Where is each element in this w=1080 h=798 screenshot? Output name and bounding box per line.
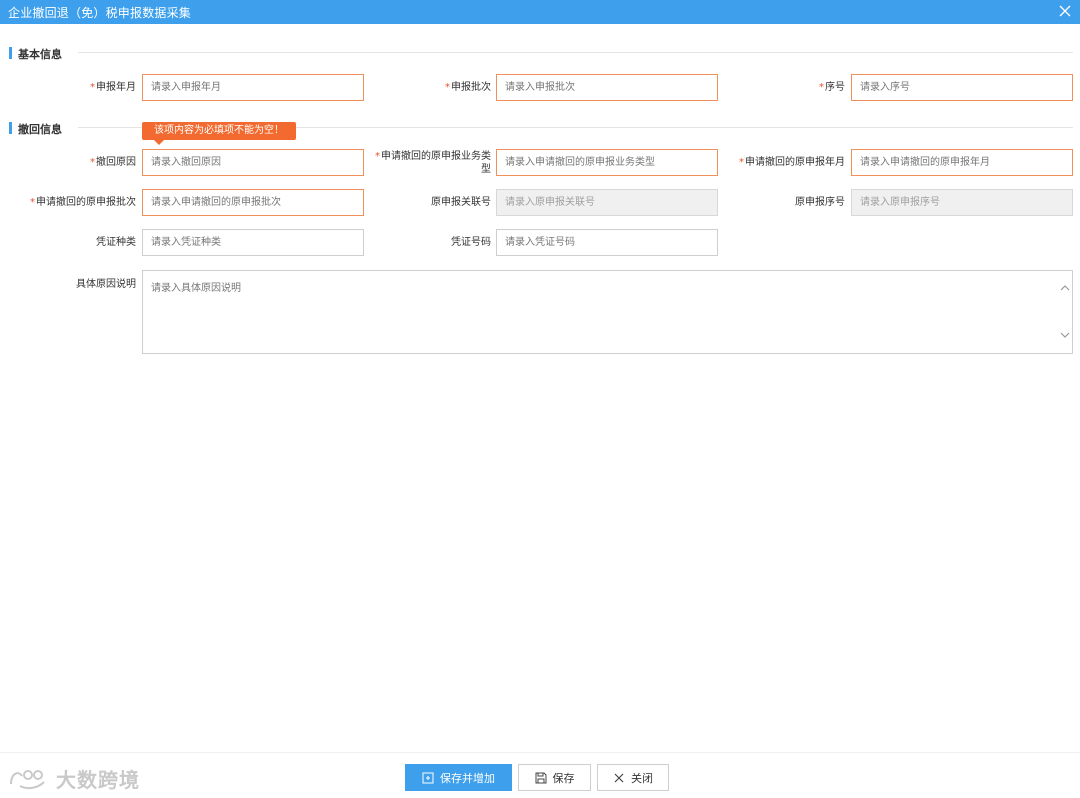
close-button[interactable]: 关闭: [597, 764, 669, 791]
close-label: 关闭: [631, 771, 653, 785]
detail-reason-textarea[interactable]: [142, 270, 1073, 354]
declare-month-label: *申报年月: [90, 82, 136, 93]
save-label: 保存: [552, 771, 575, 785]
section-marker: [9, 122, 12, 134]
reason-input[interactable]: [142, 149, 364, 176]
tooltip-arrow: [154, 140, 164, 145]
orig-declare-batch-label: *申请撤回的原申报批次: [30, 197, 136, 208]
serial-no-input[interactable]: [851, 74, 1073, 101]
orig-biz-type-input[interactable]: [496, 149, 718, 176]
save-add-icon: [422, 772, 434, 783]
section-divider: [78, 52, 1073, 53]
dialog-title: 企业撤回退（免）税申报数据采集: [8, 6, 192, 20]
voucher-type-input[interactable]: [142, 229, 364, 256]
required-tooltip: 该项内容为必填项不能为空！: [142, 122, 296, 145]
save-button[interactable]: 保存: [518, 764, 591, 791]
section-basic-title: 基本信息: [18, 48, 62, 61]
floppy-icon: [535, 772, 546, 783]
voucher-type-label: 凭证种类: [96, 237, 136, 248]
declare-month-input[interactable]: [142, 74, 364, 101]
declare-batch-input[interactable]: [496, 74, 718, 101]
serial-no-label: *序号: [819, 82, 845, 93]
orig-declare-month-label: *申请撤回的原申报年月: [739, 157, 845, 168]
chevron-down-icon[interactable]: [1059, 329, 1071, 341]
detail-reason-label: 具体原因说明: [76, 279, 136, 290]
section-withdraw-title: 撤回信息: [18, 123, 62, 136]
close-icon[interactable]: [1056, 2, 1074, 20]
voucher-no-label: 凭证号码: [451, 237, 491, 248]
declare-batch-label: *申报批次: [445, 82, 491, 93]
chevron-up-icon[interactable]: [1059, 282, 1071, 294]
section-withdraw-header: 撤回信息: [9, 121, 79, 136]
save-and-add-label: 保存并增加: [440, 771, 495, 785]
save-and-add-button[interactable]: 保存并增加: [405, 764, 512, 791]
x-icon: [614, 773, 624, 782]
orig-link-no-input: [496, 189, 718, 216]
orig-serial-no-label: 原申报序号: [795, 197, 845, 208]
reason-label: *撤回原因: [90, 157, 136, 168]
orig-biz-type-label: *申请撤回的原申报业务类型: [375, 151, 491, 175]
orig-link-no-label: 原申报关联号: [431, 197, 491, 208]
orig-declare-batch-input[interactable]: [142, 189, 364, 216]
footer-divider: [0, 752, 1080, 753]
watermark-logo: 大数跨境: [8, 764, 140, 792]
dialog-titlebar: 企业撤回退（免）税申报数据采集: [0, 0, 1080, 24]
watermark-icon: [10, 770, 45, 790]
section-marker: [9, 47, 12, 59]
orig-declare-month-input[interactable]: [851, 149, 1073, 176]
orig-serial-no-input: [851, 189, 1073, 216]
section-basic-header: 基本信息: [9, 46, 79, 61]
watermark-text: 大数跨境: [56, 767, 140, 792]
voucher-no-input[interactable]: [496, 229, 718, 256]
